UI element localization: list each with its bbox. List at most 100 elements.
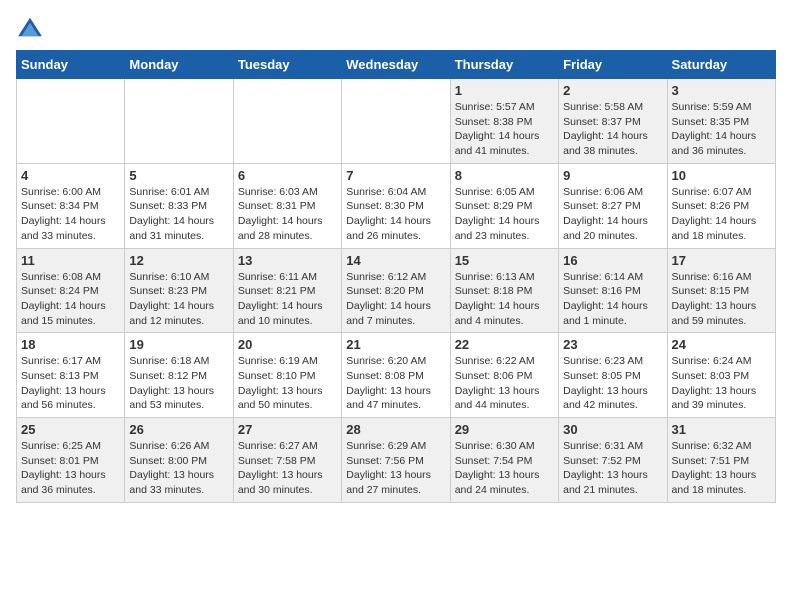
day-number: 1 (455, 83, 554, 98)
day-info: Sunrise: 5:58 AM Sunset: 8:37 PM Dayligh… (563, 100, 662, 159)
day-info: Sunrise: 6:00 AM Sunset: 8:34 PM Dayligh… (21, 185, 120, 244)
day-info: Sunrise: 6:01 AM Sunset: 8:33 PM Dayligh… (129, 185, 228, 244)
day-number: 19 (129, 337, 228, 352)
calendar-cell: 17Sunrise: 6:16 AM Sunset: 8:15 PM Dayli… (667, 248, 775, 333)
day-info: Sunrise: 6:26 AM Sunset: 8:00 PM Dayligh… (129, 439, 228, 498)
weekday-header-monday: Monday (125, 51, 233, 79)
day-number: 4 (21, 168, 120, 183)
calendar-cell (17, 79, 125, 164)
day-info: Sunrise: 6:05 AM Sunset: 8:29 PM Dayligh… (455, 185, 554, 244)
calendar-cell: 9Sunrise: 6:06 AM Sunset: 8:27 PM Daylig… (559, 163, 667, 248)
calendar-week-row: 1 Sunrise: 5:57 AM Sunset: 8:38 PM Daylig… (17, 79, 776, 164)
calendar-cell: 4 Sunrise: 6:00 AM Sunset: 8:34 PM Daylig… (17, 163, 125, 248)
calendar-cell: 30 Sunrise: 6:31 AM Sunset: 7:52 PM Dayli… (559, 418, 667, 503)
day-number: 18 (21, 337, 120, 352)
day-number: 23 (563, 337, 662, 352)
calendar-cell: 31 Sunrise: 6:32 AM Sunset: 7:51 PM Dayli… (667, 418, 775, 503)
day-number: 15 (455, 253, 554, 268)
calendar-cell: 20Sunrise: 6:19 AM Sunset: 8:10 PM Dayli… (233, 333, 341, 418)
day-info: Sunrise: 6:24 AM Sunset: 8:03 PM Dayligh… (672, 354, 771, 413)
day-number: 7 (346, 168, 445, 183)
day-number: 10 (672, 168, 771, 183)
page-header (16, 16, 776, 38)
day-number: 11 (21, 253, 120, 268)
calendar-cell: 29 Sunrise: 6:30 AM Sunset: 7:54 PM Dayli… (450, 418, 558, 503)
day-number: 25 (21, 422, 120, 437)
day-info: Sunrise: 6:12 AM Sunset: 8:20 PM Dayligh… (346, 270, 445, 329)
day-info: Sunrise: 6:32 AM Sunset: 7:51 PM Dayligh… (672, 439, 771, 498)
day-info: Sunrise: 6:13 AM Sunset: 8:18 PM Dayligh… (455, 270, 554, 329)
day-number: 31 (672, 422, 771, 437)
day-info: Sunrise: 6:19 AM Sunset: 8:10 PM Dayligh… (238, 354, 337, 413)
calendar-cell: 3 Sunrise: 5:59 AM Sunset: 8:35 PM Daylig… (667, 79, 775, 164)
weekday-header-tuesday: Tuesday (233, 51, 341, 79)
day-info: Sunrise: 6:10 AM Sunset: 8:23 PM Dayligh… (129, 270, 228, 329)
day-number: 26 (129, 422, 228, 437)
day-info: Sunrise: 6:25 AM Sunset: 8:01 PM Dayligh… (21, 439, 120, 498)
calendar-cell: 19 Sunrise: 6:18 AM Sunset: 8:12 PM Dayli… (125, 333, 233, 418)
day-number: 21 (346, 337, 445, 352)
day-info: Sunrise: 6:23 AM Sunset: 8:05 PM Dayligh… (563, 354, 662, 413)
day-info: Sunrise: 6:18 AM Sunset: 8:12 PM Dayligh… (129, 354, 228, 413)
calendar-cell: 8 Sunrise: 6:05 AM Sunset: 8:29 PM Daylig… (450, 163, 558, 248)
calendar-cell: 15 Sunrise: 6:13 AM Sunset: 8:18 PM Dayli… (450, 248, 558, 333)
day-info: Sunrise: 5:57 AM Sunset: 8:38 PM Dayligh… (455, 100, 554, 159)
day-info: Sunrise: 5:59 AM Sunset: 8:35 PM Dayligh… (672, 100, 771, 159)
day-number: 14 (346, 253, 445, 268)
calendar-cell: 27 Sunrise: 6:27 AM Sunset: 7:58 PM Dayli… (233, 418, 341, 503)
day-number: 3 (672, 83, 771, 98)
calendar-cell: 5 Sunrise: 6:01 AM Sunset: 8:33 PM Daylig… (125, 163, 233, 248)
day-info: Sunrise: 6:30 AM Sunset: 7:54 PM Dayligh… (455, 439, 554, 498)
calendar-cell: 28Sunrise: 6:29 AM Sunset: 7:56 PM Dayli… (342, 418, 450, 503)
day-info: Sunrise: 6:20 AM Sunset: 8:08 PM Dayligh… (346, 354, 445, 413)
calendar-cell (342, 79, 450, 164)
calendar-cell: 13 Sunrise: 6:11 AM Sunset: 8:21 PM Dayli… (233, 248, 341, 333)
calendar-cell: 24 Sunrise: 6:24 AM Sunset: 8:03 PM Dayli… (667, 333, 775, 418)
calendar-cell: 14 Sunrise: 6:12 AM Sunset: 8:20 PM Dayli… (342, 248, 450, 333)
calendar-cell: 18 Sunrise: 6:17 AM Sunset: 8:13 PM Dayli… (17, 333, 125, 418)
weekday-header-thursday: Thursday (450, 51, 558, 79)
calendar-cell: 21 Sunrise: 6:20 AM Sunset: 8:08 PM Dayli… (342, 333, 450, 418)
day-number: 24 (672, 337, 771, 352)
day-number: 5 (129, 168, 228, 183)
calendar-week-row: 4 Sunrise: 6:00 AM Sunset: 8:34 PM Daylig… (17, 163, 776, 248)
weekday-header-saturday: Saturday (667, 51, 775, 79)
calendar-cell: 25 Sunrise: 6:25 AM Sunset: 8:01 PM Dayli… (17, 418, 125, 503)
day-number: 16 (563, 253, 662, 268)
day-number: 27 (238, 422, 337, 437)
calendar-cell: 7 Sunrise: 6:04 AM Sunset: 8:30 PM Daylig… (342, 163, 450, 248)
calendar-cell: 23 Sunrise: 6:23 AM Sunset: 8:05 PM Dayli… (559, 333, 667, 418)
day-info: Sunrise: 6:04 AM Sunset: 8:30 PM Dayligh… (346, 185, 445, 244)
day-number: 12 (129, 253, 228, 268)
calendar-cell: 1 Sunrise: 5:57 AM Sunset: 8:38 PM Daylig… (450, 79, 558, 164)
day-info: Sunrise: 6:11 AM Sunset: 8:21 PM Dayligh… (238, 270, 337, 329)
calendar-week-row: 18 Sunrise: 6:17 AM Sunset: 8:13 PM Dayli… (17, 333, 776, 418)
day-info: Sunrise: 6:27 AM Sunset: 7:58 PM Dayligh… (238, 439, 337, 498)
calendar-cell: 11Sunrise: 6:08 AM Sunset: 8:24 PM Dayli… (17, 248, 125, 333)
calendar-cell: 12 Sunrise: 6:10 AM Sunset: 8:23 PM Dayli… (125, 248, 233, 333)
day-number: 2 (563, 83, 662, 98)
calendar-week-row: 11Sunrise: 6:08 AM Sunset: 8:24 PM Dayli… (17, 248, 776, 333)
day-number: 6 (238, 168, 337, 183)
day-number: 30 (563, 422, 662, 437)
day-number: 29 (455, 422, 554, 437)
weekday-header-friday: Friday (559, 51, 667, 79)
day-info: Sunrise: 6:16 AM Sunset: 8:15 PM Dayligh… (672, 270, 771, 329)
calendar-table: SundayMondayTuesdayWednesdayThursdayFrid… (16, 50, 776, 503)
calendar-cell: 6 Sunrise: 6:03 AM Sunset: 8:31 PM Daylig… (233, 163, 341, 248)
logo-icon (16, 16, 44, 38)
day-number: 9 (563, 168, 662, 183)
day-info: Sunrise: 6:31 AM Sunset: 7:52 PM Dayligh… (563, 439, 662, 498)
calendar-cell: 22Sunrise: 6:22 AM Sunset: 8:06 PM Dayli… (450, 333, 558, 418)
day-number: 13 (238, 253, 337, 268)
calendar-cell (233, 79, 341, 164)
day-info: Sunrise: 6:22 AM Sunset: 8:06 PM Dayligh… (455, 354, 554, 413)
day-info: Sunrise: 6:03 AM Sunset: 8:31 PM Dayligh… (238, 185, 337, 244)
calendar-cell: 16Sunrise: 6:14 AM Sunset: 8:16 PM Dayli… (559, 248, 667, 333)
day-info: Sunrise: 6:17 AM Sunset: 8:13 PM Dayligh… (21, 354, 120, 413)
weekday-header-sunday: Sunday (17, 51, 125, 79)
calendar-cell (125, 79, 233, 164)
calendar-week-row: 25 Sunrise: 6:25 AM Sunset: 8:01 PM Dayli… (17, 418, 776, 503)
day-info: Sunrise: 6:29 AM Sunset: 7:56 PM Dayligh… (346, 439, 445, 498)
day-number: 8 (455, 168, 554, 183)
